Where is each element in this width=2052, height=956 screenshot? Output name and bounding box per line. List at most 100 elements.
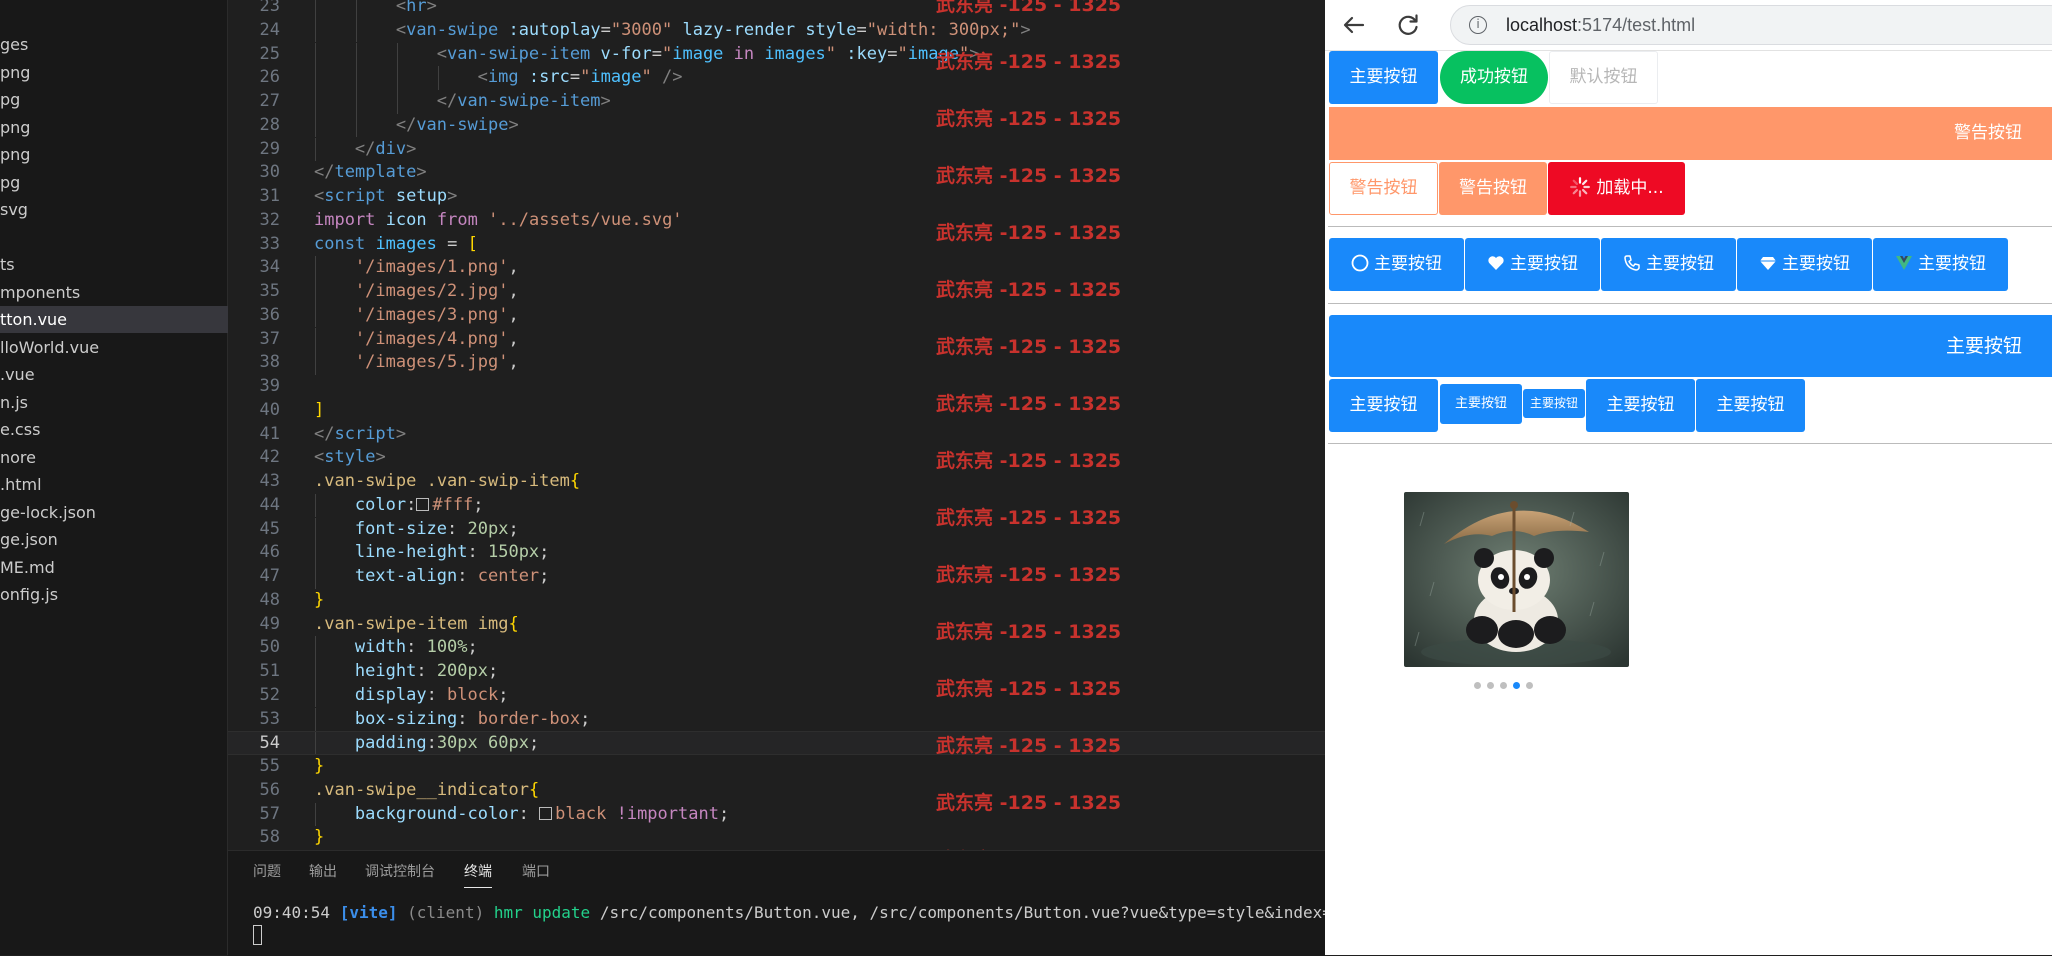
- warning-block-button[interactable]: 警告按钮: [1329, 107, 2052, 160]
- code-editor[interactable]: 23 <hr> 24 <van-swipe :autoplay="3000" lazy…: [228, 0, 1325, 850]
- explorer-item[interactable]: lloWorld.vue: [0, 334, 228, 361]
- code-line[interactable]: 47 text-align: center;: [228, 565, 1325, 589]
- code-token: ,: [508, 328, 519, 349]
- code-line[interactable]: 57 background-color: black !important;: [228, 802, 1325, 827]
- explorer-item[interactable]: pg: [0, 169, 228, 196]
- address-bar[interactable]: i localhost:5174/test.html: [1450, 5, 2052, 45]
- code-line[interactable]: 29 </div>: [228, 137, 1325, 162]
- code-line[interactable]: 42 <style>: [228, 446, 1325, 470]
- code-line[interactable]: 24 <van-swipe :autoplay="3000" lazy-rende…: [228, 18, 1325, 43]
- code-line[interactable]: 40]: [228, 399, 1325, 423]
- tab-output[interactable]: 输出: [309, 861, 337, 881]
- explorer-item[interactable]: nore: [0, 444, 228, 471]
- explorer-item[interactable]: png: [0, 141, 228, 168]
- large-block-button[interactable]: 主要按钮: [1329, 315, 2052, 377]
- swipe-indicator-dot[interactable]: [1474, 682, 1481, 689]
- code-line[interactable]: 27 </van-swipe-item>: [228, 90, 1325, 114]
- code-line[interactable]: 35 '/images/2.jpg',: [228, 280, 1325, 304]
- loading-button[interactable]: 加载中...: [1548, 162, 1685, 215]
- code-line[interactable]: 49 .van-swipe-item img{: [228, 613, 1325, 637]
- code-line[interactable]: 41 </script>: [228, 423, 1325, 447]
- code-line[interactable]: 45 font-size: 20px;: [228, 517, 1325, 542]
- code-line[interactable]: 46 line-height: 150px;: [228, 541, 1325, 565]
- explorer-item[interactable]: ges: [0, 31, 228, 58]
- watermark: 武东亮 -125 - 1325: [936, 621, 1122, 643]
- color-swatch-icon[interactable]: [416, 497, 430, 511]
- code-token: }: [314, 756, 325, 776]
- code-line[interactable]: 32 import icon from '../assets/vue.svg': [228, 209, 1325, 233]
- swipe-image[interactable]: [1404, 492, 1629, 667]
- normal-size-button[interactable]: 主要按钮: [1329, 379, 1438, 432]
- code-line[interactable]: 23 <hr>: [228, 0, 1325, 19]
- code-line[interactable]: 44 color: #fff;: [228, 493, 1325, 518]
- site-info-icon[interactable]: i: [1469, 16, 1487, 34]
- heart-icon: [1488, 256, 1504, 270]
- default-button[interactable]: 默认按钮: [1549, 51, 1658, 104]
- explorer-item[interactable]: mponents: [0, 279, 228, 306]
- code-line[interactable]: 26 <img :src="image" />: [228, 66, 1325, 90]
- code-line[interactable]: 52 display: block;: [228, 683, 1325, 708]
- explorer-item[interactable]: ge-lock.json: [0, 499, 228, 526]
- code-line[interactable]: 33 const images = [: [228, 233, 1325, 257]
- primary-button[interactable]: 主要按钮: [1329, 51, 1438, 104]
- explorer-item[interactable]: tton.vue: [0, 306, 228, 333]
- code-line[interactable]: 56 .van-swipe__indicator{: [228, 779, 1325, 803]
- explorer-item[interactable]: ts: [0, 251, 228, 278]
- icon-button-diamond[interactable]: 主要按钮: [1737, 238, 1872, 291]
- explorer-item[interactable]: e.css: [0, 416, 228, 443]
- tab-debug-console[interactable]: 调试控制台: [365, 861, 435, 881]
- tab-ports[interactable]: 端口: [522, 861, 550, 881]
- swipe-indicator-dot-active[interactable]: [1513, 682, 1520, 689]
- explorer-item[interactable]: .html: [0, 471, 228, 498]
- explorer-item[interactable]: ME.md: [0, 554, 228, 581]
- tab-terminal[interactable]: 终端: [464, 861, 492, 888]
- icon-button-phone[interactable]: 主要按钮: [1601, 238, 1736, 291]
- explorer-item[interactable]: onfig.js: [0, 581, 228, 608]
- explorer-item[interactable]: .vue: [0, 361, 228, 388]
- explorer-item[interactable]: svg: [0, 196, 228, 223]
- explorer-item[interactable]: [0, 224, 228, 251]
- explorer-item[interactable]: pg: [0, 86, 228, 113]
- code-line[interactable]: 48}: [228, 589, 1325, 613]
- code-line[interactable]: 34 '/images/1.png',: [228, 256, 1325, 280]
- code-line[interactable]: 50 width: 100%;: [228, 636, 1325, 660]
- back-arrow-icon[interactable]: [1339, 10, 1369, 40]
- mini-size-button[interactable]: 主要按钮: [1523, 389, 1585, 418]
- icon-button-circle[interactable]: 主要按钮: [1329, 238, 1464, 291]
- success-button[interactable]: 成功按钮: [1440, 51, 1548, 104]
- normal-button-3[interactable]: 主要按钮: [1696, 379, 1805, 432]
- terminal-output[interactable]: 09:40:54 [vite] (client) hmr update /src…: [253, 903, 1399, 922]
- code-line[interactable]: 38 '/images/5.jpg',: [228, 351, 1325, 375]
- code-line[interactable]: 51 height: 200px;: [228, 660, 1325, 684]
- code-line[interactable]: 54 padding:30px 60px;: [228, 731, 1325, 755]
- code-line[interactable]: 37 '/images/4.png',: [228, 327, 1325, 352]
- tab-problems[interactable]: 问题: [253, 861, 281, 881]
- icon-button-vue[interactable]: 主要按钮: [1873, 238, 2008, 291]
- small-size-button[interactable]: 主要按钮: [1440, 384, 1522, 424]
- code-line[interactable]: 31 <script setup>: [228, 185, 1325, 209]
- watermark: 武东亮 -125 - 1325: [936, 108, 1122, 130]
- explorer-item[interactable]: png: [0, 59, 228, 86]
- explorer-item[interactable]: png: [0, 114, 228, 141]
- icon-button-heart[interactable]: 主要按钮: [1465, 238, 1600, 291]
- url-text[interactable]: localhost:5174/test.html: [1506, 15, 1695, 36]
- swipe-indicator-dot[interactable]: [1500, 682, 1507, 689]
- normal-button-2[interactable]: 主要按钮: [1586, 379, 1695, 432]
- code-line[interactable]: 30 </template>: [228, 161, 1325, 185]
- swipe-indicator-dot[interactable]: [1487, 682, 1494, 689]
- code-line[interactable]: 25 <van-swipe-item v-for="image in images…: [228, 42, 1325, 67]
- code-line[interactable]: 53 box-sizing: border-box;: [228, 707, 1325, 732]
- warning-plain-button[interactable]: 警告按钮: [1329, 162, 1438, 215]
- swipe-indicator-dot[interactable]: [1526, 682, 1533, 689]
- explorer-item[interactable]: n.js: [0, 389, 228, 416]
- color-swatch-icon[interactable]: [539, 806, 553, 820]
- warning-button[interactable]: 警告按钮: [1439, 162, 1547, 215]
- code-line[interactable]: 36 '/images/3.png',: [228, 303, 1325, 328]
- code-line[interactable]: 28 </van-swipe>: [228, 113, 1325, 138]
- code-line[interactable]: 39: [228, 375, 1325, 399]
- reload-icon[interactable]: [1393, 10, 1423, 40]
- code-line[interactable]: 58}: [228, 826, 1325, 850]
- code-line[interactable]: 43 .van-swipe .van-swip-item{: [228, 470, 1325, 494]
- explorer-item[interactable]: ge.json: [0, 526, 228, 553]
- code-line[interactable]: 55}: [228, 755, 1325, 779]
